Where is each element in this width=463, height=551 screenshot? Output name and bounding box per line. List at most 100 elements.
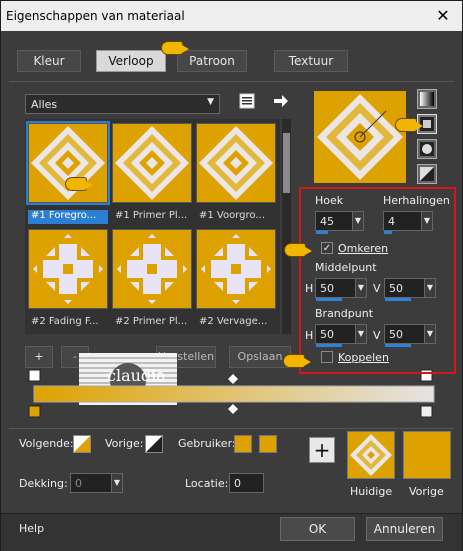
brandpunt-v-spinner[interactable]: 50 ▼: [384, 324, 436, 347]
material-properties-dialog: Eigenschappen van materiaal ✕ Kleur Verl…: [0, 0, 463, 551]
tab-patroon[interactable]: Patroon: [177, 50, 247, 72]
hoek-slider[interactable]: [316, 231, 328, 234]
pointing-hand-icon: [283, 354, 311, 368]
tab-verloop[interactable]: Verloop: [96, 50, 166, 72]
linear-gradient-type-icon[interactable]: [417, 89, 437, 109]
pointing-hand-icon: [65, 177, 93, 191]
vorige-gradient-swatch[interactable]: [145, 435, 163, 453]
add-swatch-button[interactable]: +: [309, 437, 335, 463]
hoek-spinner[interactable]: 45 ▼: [315, 211, 364, 234]
gebruiker-swatch-1[interactable]: [234, 435, 252, 453]
tab-kleur[interactable]: Kleur: [17, 50, 81, 72]
brandpunt-h-value: 50: [320, 328, 334, 341]
brandpunt-v-value: 50: [389, 328, 403, 341]
gradient-thumb-4[interactable]: [28, 229, 108, 309]
vorige-preview-label: Vorige: [409, 485, 444, 498]
middelpunt-h-spinner[interactable]: 50 ▼: [315, 278, 367, 301]
gradient-label-6[interactable]: #2 Vervage...: [196, 316, 276, 330]
herhalingen-label: Herhalingen: [383, 194, 450, 207]
gradient-label-2[interactable]: #1 Primer Pl...: [112, 210, 192, 224]
locatie-label: Locatie:: [185, 477, 229, 490]
locatie-value: 0: [234, 477, 241, 490]
hoek-value: 45: [320, 215, 334, 228]
dekking-value: 0: [75, 477, 82, 490]
chevron-down-icon[interactable]: ▼: [352, 212, 363, 230]
cross-gradient-preview: [197, 230, 275, 308]
gebruiker-swatch-2[interactable]: [259, 435, 277, 453]
volgende-gradient-swatch[interactable]: [73, 435, 91, 453]
brandpunt-h-slider[interactable]: [316, 344, 342, 347]
middelpunt-v-label: V: [373, 282, 381, 295]
dekking-spinner[interactable]: 0 ▼: [70, 473, 123, 493]
cross-gradient-preview: [29, 230, 107, 308]
tab-textuur[interactable]: Textuur: [274, 50, 348, 72]
brandpunt-h-spinner[interactable]: 50 ▼: [315, 324, 367, 347]
gradient-thumb-1[interactable]: [26, 121, 110, 205]
middelpunt-label: Middelpunt: [315, 261, 377, 274]
opslaan-button[interactable]: Opslaan: [229, 346, 291, 368]
arrow-right-icon[interactable]: [274, 95, 288, 107]
gradient-thumb-5[interactable]: [112, 229, 192, 309]
koppelen-label[interactable]: Koppelen: [338, 351, 389, 364]
hoek-label: Hoek: [315, 194, 344, 207]
chevron-down-icon[interactable]: ▼: [355, 325, 366, 343]
vorige-preview[interactable]: [403, 431, 451, 479]
notebook-icon[interactable]: [239, 93, 255, 109]
gallery-scrollbar[interactable]: [282, 119, 291, 334]
tab-divider: [9, 81, 454, 82]
huidige-label: Huidige: [350, 485, 393, 498]
herhalingen-slider[interactable]: [384, 231, 392, 234]
herhalingen-value: 4: [388, 215, 395, 228]
locatie-input[interactable]: 0: [229, 473, 264, 493]
omkeren-checkbox[interactable]: ✓: [321, 242, 333, 254]
category-dropdown[interactable]: Alles ▼: [25, 94, 220, 114]
gradient-label-4[interactable]: #2 Fading F...: [28, 316, 108, 330]
title-bar: Eigenschappen van materiaal ✕: [1, 1, 462, 31]
vorige-label: Vorige:: [105, 437, 144, 450]
cross-gradient-preview: [113, 230, 191, 308]
middelpunt-v-value: 50: [389, 282, 403, 295]
help-link[interactable]: Help: [19, 522, 44, 535]
middelpunt-h-value: 50: [320, 282, 334, 295]
gebruiker-label: Gebruiker:: [178, 437, 236, 450]
middelpunt-v-slider[interactable]: [385, 298, 411, 301]
chevron-down-icon[interactable]: ▼: [424, 325, 435, 343]
koppelen-checkbox[interactable]: [321, 351, 333, 363]
chevron-down-icon[interactable]: ▼: [424, 279, 435, 297]
gradient-thumb-2[interactable]: [112, 123, 192, 203]
gradient-editor-bar[interactable]: [26, 369, 441, 421]
huidige-preview[interactable]: [347, 431, 395, 479]
sunburst-gradient-type-icon[interactable]: [417, 164, 437, 184]
pointing-hand-icon: [161, 41, 189, 55]
gradient-thumb-3[interactable]: [196, 123, 276, 203]
radial-gradient-type-icon[interactable]: [417, 139, 437, 159]
middelpunt-h-label: H: [305, 282, 314, 295]
brandpunt-v-slider[interactable]: [385, 344, 411, 347]
omkeren-label[interactable]: Omkeren: [338, 242, 388, 255]
dekking-label: Dekking:: [19, 477, 68, 490]
chevron-down-icon[interactable]: ▼: [111, 474, 122, 492]
scrollbar-thumb[interactable]: [283, 133, 290, 193]
window-title: Eigenschappen van materiaal: [6, 9, 185, 23]
ok-button[interactable]: OK: [280, 517, 355, 541]
diamond-small-preview: [348, 432, 394, 478]
gradient-preview: [314, 91, 406, 183]
gradient-label-1[interactable]: #1 Foregro...: [28, 210, 108, 224]
annuleren-button[interactable]: Annuleren: [366, 517, 443, 541]
diamond-gradient-preview: [197, 124, 275, 202]
category-value: Alles: [31, 98, 58, 111]
add-gradient-button[interactable]: +: [25, 346, 53, 368]
divider: [9, 428, 454, 429]
gradient-thumb-6[interactable]: [196, 229, 276, 309]
middelpunt-h-slider[interactable]: [316, 298, 342, 301]
gradient-label-5[interactable]: #2 Primer Pl...: [112, 316, 192, 330]
brandpunt-h-label: H: [305, 329, 314, 342]
middelpunt-v-spinner[interactable]: 50 ▼: [384, 278, 436, 301]
chevron-down-icon[interactable]: ▼: [421, 212, 432, 230]
volgende-label: Volgende:: [19, 437, 74, 450]
herhalingen-spinner[interactable]: 4 ▼: [383, 211, 433, 234]
close-icon[interactable]: ✕: [434, 7, 452, 25]
gradient-label-3[interactable]: #1 Voorgro...: [196, 210, 276, 224]
diamond-preview-graphic: [314, 91, 406, 183]
chevron-down-icon[interactable]: ▼: [355, 279, 366, 297]
